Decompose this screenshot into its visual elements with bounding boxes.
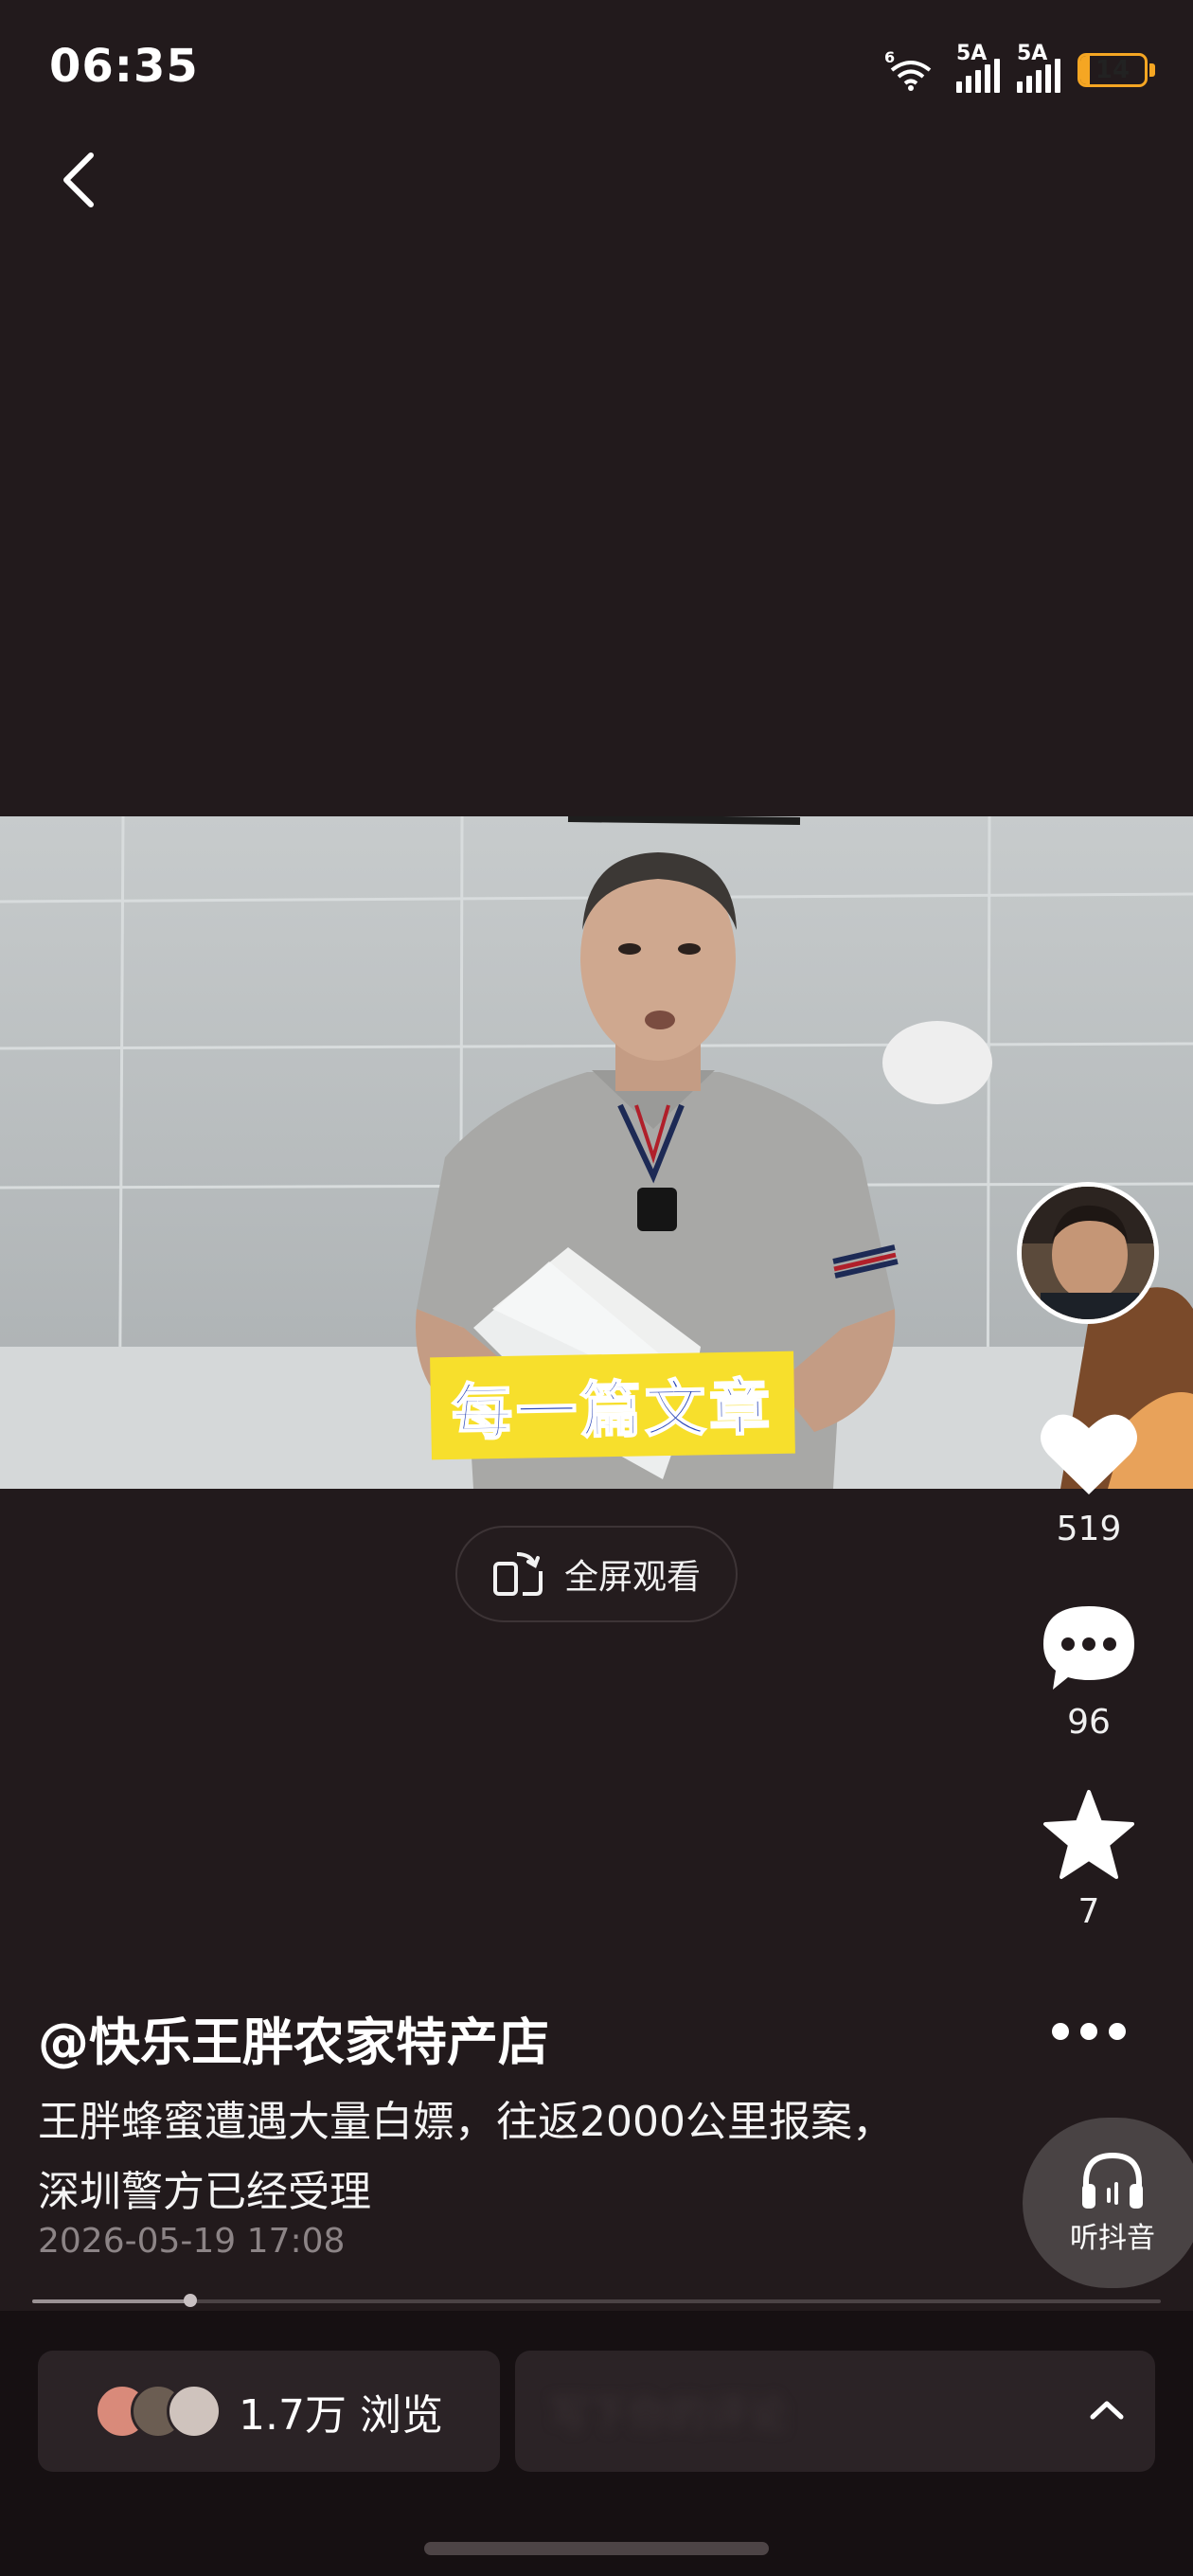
chevron-up-icon[interactable] <box>1083 2387 1131 2434</box>
signal-icon: 5A <box>1017 42 1060 93</box>
fullscreen-label: 全屏观看 <box>563 1558 701 1597</box>
viewer-avatar <box>167 2384 223 2439</box>
like-button[interactable]: 519 <box>1023 1405 1155 1548</box>
svg-text:6: 6 <box>884 49 895 66</box>
wifi-icon: 6 <box>882 48 939 91</box>
like-count: 519 <box>1056 1510 1122 1548</box>
comment-button[interactable]: 96 <box>1023 1602 1155 1742</box>
back-icon <box>63 152 94 207</box>
author-name[interactable]: @快乐王胖农家特产店 <box>38 2000 549 2075</box>
star-icon <box>1043 1790 1134 1879</box>
views-button[interactable]: 1.7万 浏览 <box>38 2351 500 2472</box>
video-caption-sticker: 每一篇文章 <box>430 1351 795 1460</box>
listen-button[interactable]: 听抖音 <box>1023 2118 1193 2288</box>
video-progress-track[interactable] <box>32 2299 1161 2303</box>
author-avatar[interactable] <box>1017 1182 1159 1324</box>
video-progress-thumb[interactable] <box>183 2294 197 2307</box>
comment-icon <box>1043 1606 1134 1690</box>
heart-icon <box>1041 1414 1137 1494</box>
comment-count: 96 <box>1067 1703 1111 1742</box>
signal-icon: 5A <box>956 42 1000 93</box>
favorite-count: 7 <box>1077 1892 1100 1931</box>
headphones-icon <box>1082 2152 1143 2209</box>
home-indicator[interactable] <box>424 2542 769 2555</box>
rotate-screen-icon <box>492 1552 543 1596</box>
listen-label: 听抖音 <box>1070 2222 1155 2255</box>
back-button[interactable] <box>53 142 110 218</box>
status-time: 06:35 <box>49 40 199 93</box>
comment-placeholder: 写下你的评论 <box>549 2391 789 2438</box>
fullscreen-button[interactable]: 全屏观看 <box>455 1526 738 1622</box>
video-progress-fill <box>32 2299 190 2303</box>
comment-input[interactable]: 写下你的评论 <box>515 2351 1155 2472</box>
post-description: 王胖蜂蜜遭遇大量白嫖，往返2000公里报案，深圳警方已经受理 <box>38 2098 894 2216</box>
avatar-image <box>1022 1187 1154 1319</box>
status-icons: 6 5A 5A 14 <box>882 42 1155 93</box>
post-time: 2026-05-19 17:08 <box>38 2222 346 2261</box>
battery-icon: 14 <box>1077 53 1148 87</box>
views-count: 1.7万 浏览 <box>239 2391 443 2440</box>
viewer-avatars <box>95 2384 223 2439</box>
more-icon[interactable] <box>1040 2008 1138 2055</box>
favorite-button[interactable]: 7 <box>1023 1788 1155 1931</box>
battery-level: 14 <box>1095 56 1131 84</box>
